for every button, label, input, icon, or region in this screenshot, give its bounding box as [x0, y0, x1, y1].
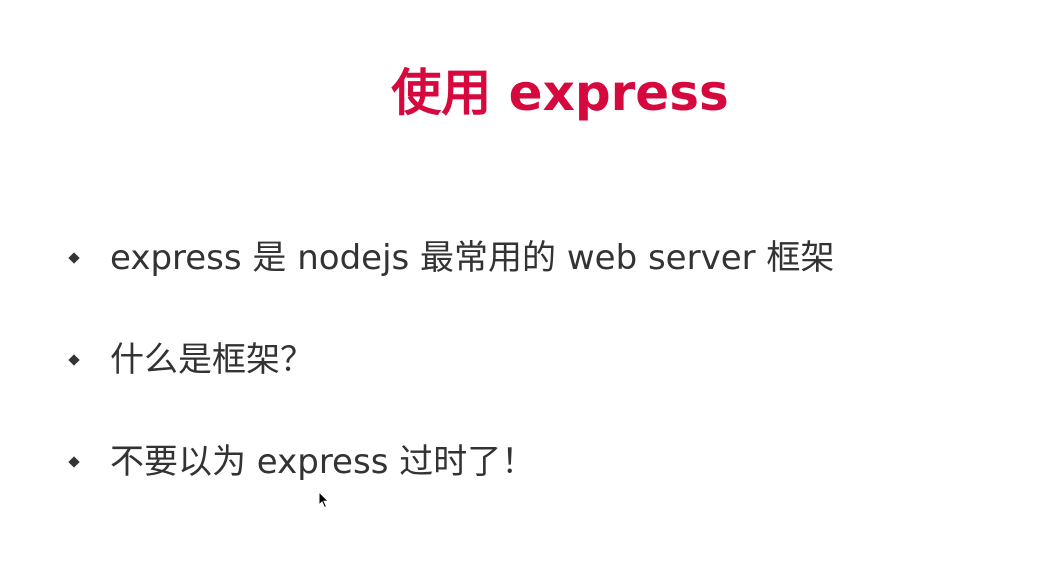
bullet-text: 不要以为 express 过时了！	[110, 442, 536, 482]
bullet-text: express 是 nodejs 最常用的 web server 框架	[110, 238, 835, 278]
mouse-pointer-icon	[318, 491, 330, 509]
bullet-item: express 是 nodejs 最常用的 web server 框架	[66, 234, 834, 282]
diamond-bullet-icon	[66, 352, 82, 368]
slide: 使用 express express 是 nodejs 最常用的 web ser…	[0, 0, 1047, 579]
slide-title: 使用 express	[391, 64, 729, 122]
diamond-bullet-icon	[66, 454, 82, 470]
bullet-item: 不要以为 express 过时了！	[66, 438, 535, 486]
bullet-item: 什么是框架？	[66, 336, 314, 384]
bullet-text: 什么是框架？	[110, 340, 314, 380]
diamond-bullet-icon	[66, 250, 82, 266]
